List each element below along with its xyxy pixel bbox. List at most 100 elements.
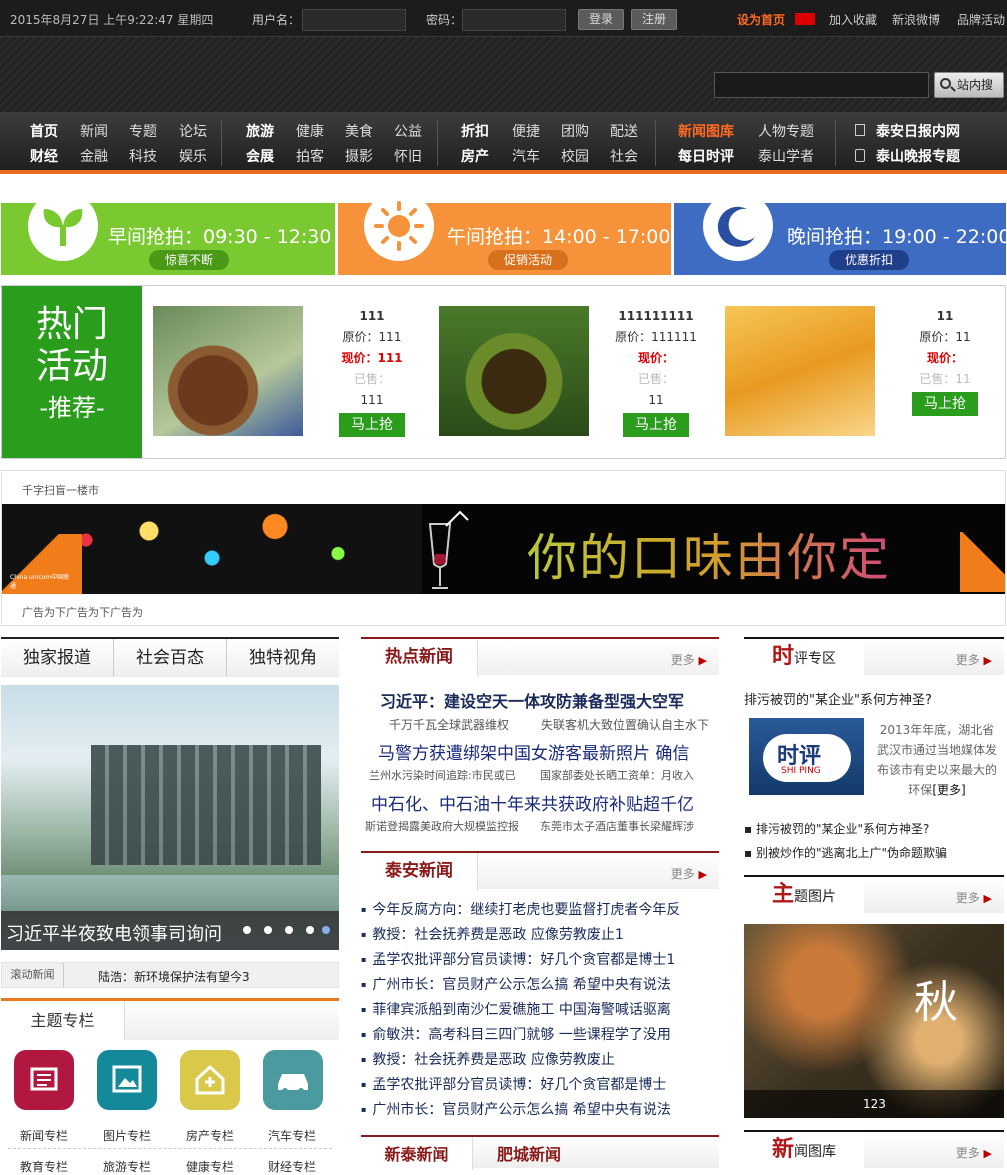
slide-dot[interactable] [243,926,251,934]
tab-exclusive[interactable]: 独家报道 [1,639,114,677]
nav-photo[interactable]: 摄影 [345,146,373,166]
nav-daily-intranet[interactable]: 泰安日报内网 [876,121,960,141]
photo-column-icon[interactable] [97,1050,157,1110]
nav-scholars[interactable]: 泰山学者 [758,146,814,166]
afternoon-box[interactable]: 午间抢拍：14:00 - 17:00 促销活动 [338,191,671,275]
news-column-label[interactable]: 新闻专栏 [20,1127,68,1144]
evening-box[interactable]: 晚间抢拍：19:00 - 22:00 优惠折扣 [674,191,1007,275]
nav-evening-special[interactable]: 泰山晚报专题 [876,146,960,166]
tab-feicheng[interactable]: 肥城新闻 [473,1137,585,1170]
hot-news-more[interactable]: 更多 ▶ [671,651,707,668]
sub-news[interactable]: 千万千瓦全球武器维权 [389,716,509,733]
nav-campus[interactable]: 校园 [561,146,589,166]
slide-dot[interactable] [264,926,272,934]
tab-society[interactable]: 社会百态 [114,639,227,677]
review-logo[interactable]: 时评 SHI PING [749,718,864,795]
nav-charity[interactable]: 公益 [394,121,422,141]
nav-society[interactable]: 社会 [610,146,638,166]
photo-column-label[interactable]: 图片专栏 [103,1127,151,1144]
travel-column-label[interactable]: 旅游专栏 [103,1158,151,1175]
search-input[interactable] [714,72,929,98]
nav-topics[interactable]: 专题 [129,121,157,141]
brand-link[interactable]: 品牌活动 [957,11,1005,28]
nav-news[interactable]: 新闻 [80,121,108,141]
product-image-walnuts[interactable] [153,306,303,436]
sub-news[interactable]: 兰州水污染时间追踪:市民或已 [369,767,516,783]
news-item[interactable]: 教授：社会抚养费是恶政 应像劳教废止1 [361,924,623,944]
nav-people[interactable]: 人物专题 [758,121,814,141]
house-column-label[interactable]: 房产专栏 [186,1127,234,1144]
news-item[interactable]: 广州市长：官员财产公示怎么搞 希望中央有说法 [361,1099,670,1119]
review-more-link[interactable]: [更多] [932,783,965,797]
review-item[interactable]: ▪ 排污被罚的"某企业"系何方神圣? [744,820,929,837]
nav-tech[interactable]: 科技 [129,146,157,166]
morning-box[interactable]: 早间抢拍：09:30 - 12:30 惊喜不断 [1,191,335,275]
review-item[interactable]: ▪ 别被炒作的"逃离北上广"伪命题欺骗 [744,844,947,861]
search-button[interactable]: 站内搜索 [934,72,1004,116]
news-item[interactable]: 广州市长：官员财产公示怎么搞 希望中央有说法 [361,974,670,994]
product-image-honeycomb[interactable] [725,306,875,436]
news-item[interactable]: 教授：社会抚养费是恶政 应像劳教废止 [361,1049,614,1069]
taian-news-more[interactable]: 更多 ▶ [671,865,707,882]
slide-dot-active[interactable] [322,926,330,934]
headline-2[interactable]: 马警方获遭绑架中国女游客最新照片 确信 [378,739,689,764]
review-question[interactable]: 排污被罚的"某企业"系何方神圣? [744,689,932,708]
house-column-icon[interactable] [180,1050,240,1110]
nav-travel[interactable]: 旅游 [246,121,274,141]
nav-reporter[interactable]: 拍客 [296,146,324,166]
sub-news[interactable]: 国家部委处长晒工资单：月收入 [540,767,694,783]
theme-picture[interactable]: 秋 123 [744,924,1004,1118]
sub-news[interactable]: 东莞市太子酒店董事长梁耀辉涉 [540,818,694,834]
buy-button[interactable]: 马上抢 [339,413,405,437]
sub-news[interactable]: 失联客机大致位置确认自主水下 [541,716,709,733]
buy-button[interactable]: 马上抢 [623,413,689,437]
register-button[interactable]: 注册 [631,9,677,30]
nav-daily-review[interactable]: 每日时评 [678,146,734,166]
nav-nostalgia[interactable]: 怀旧 [394,146,422,166]
slideshow[interactable]: 习近平半夜致电领事司询问 [1,685,339,950]
weibo-link[interactable]: 新浪微博 [892,11,940,28]
news-column-icon[interactable] [14,1050,74,1110]
nav-finance[interactable]: 财经 [30,146,58,166]
nav-expo[interactable]: 会展 [246,146,274,166]
nav-groupbuy[interactable]: 团购 [561,121,589,141]
ad-banner[interactable]: China unicom中国联通 你的口味由你定 [2,504,1005,594]
tab-xintai[interactable]: 新泰新闻 [361,1137,473,1170]
news-item[interactable]: 孟学农批评部分官员读博：好几个贪官都是博士1 [361,949,675,969]
pictures-more[interactable]: 更多 ▶ [956,889,992,906]
edu-column-label[interactable]: 教育专栏 [20,1158,68,1175]
headline-1[interactable]: 习近平：建设空天一体攻防兼备型强大空军 [380,688,684,712]
nav-home[interactable]: 首页 [30,121,58,141]
review-more[interactable]: 更多 ▶ [956,651,992,668]
nav-banking[interactable]: 金融 [80,146,108,166]
finance-column-label[interactable]: 财经专栏 [268,1158,316,1175]
password-input[interactable] [462,9,566,31]
set-home-link[interactable]: 设为首页 [737,11,785,28]
nav-forum[interactable]: 论坛 [179,121,207,141]
health-column-label[interactable]: 健康专栏 [186,1158,234,1175]
news-item[interactable]: 孟学农批评部分官员读博：好几个贪官都是博士 [361,1074,666,1094]
car-column-icon[interactable] [263,1050,323,1110]
headline-3[interactable]: 中石化、中石油十年来共获政府补贴超千亿 [371,790,694,815]
nav-health[interactable]: 健康 [296,121,324,141]
product-image-sunflower[interactable] [439,306,589,436]
slide-dot[interactable] [306,926,314,934]
username-input[interactable] [302,9,406,31]
scroll-text[interactable]: 陆浩：新环境保护法有望今3 [98,968,250,985]
news-item[interactable]: 菲律宾派船到南沙仁爱礁施工 中国海警喊话驱离 [361,999,670,1019]
add-favorite-link[interactable]: 加入收藏 [829,11,877,28]
buy-button[interactable]: 马上抢 [912,392,978,416]
news-item[interactable]: 俞敏洪：高考科目三四门就够 一些课程学了没用 [361,1024,670,1044]
nav-photo-library[interactable]: 新闻图库 [678,121,734,141]
nav-food[interactable]: 美食 [345,121,373,141]
sub-news[interactable]: 斯诺登揭露美政府大规模监控报 [365,818,519,834]
car-column-label[interactable]: 汽车专栏 [268,1127,316,1144]
nav-discount[interactable]: 折扣 [461,121,489,141]
tab-perspective[interactable]: 独特视角 [227,639,339,677]
slide-dot[interactable] [285,926,293,934]
news-item[interactable]: 今年反腐方向：继续打老虎也要监督打虎者今年反 [361,899,680,919]
login-button[interactable]: 登录 [578,9,624,30]
nav-delivery[interactable]: 配送 [610,121,638,141]
nav-realestate[interactable]: 房产 [461,146,489,166]
nav-auto[interactable]: 汽车 [512,146,540,166]
